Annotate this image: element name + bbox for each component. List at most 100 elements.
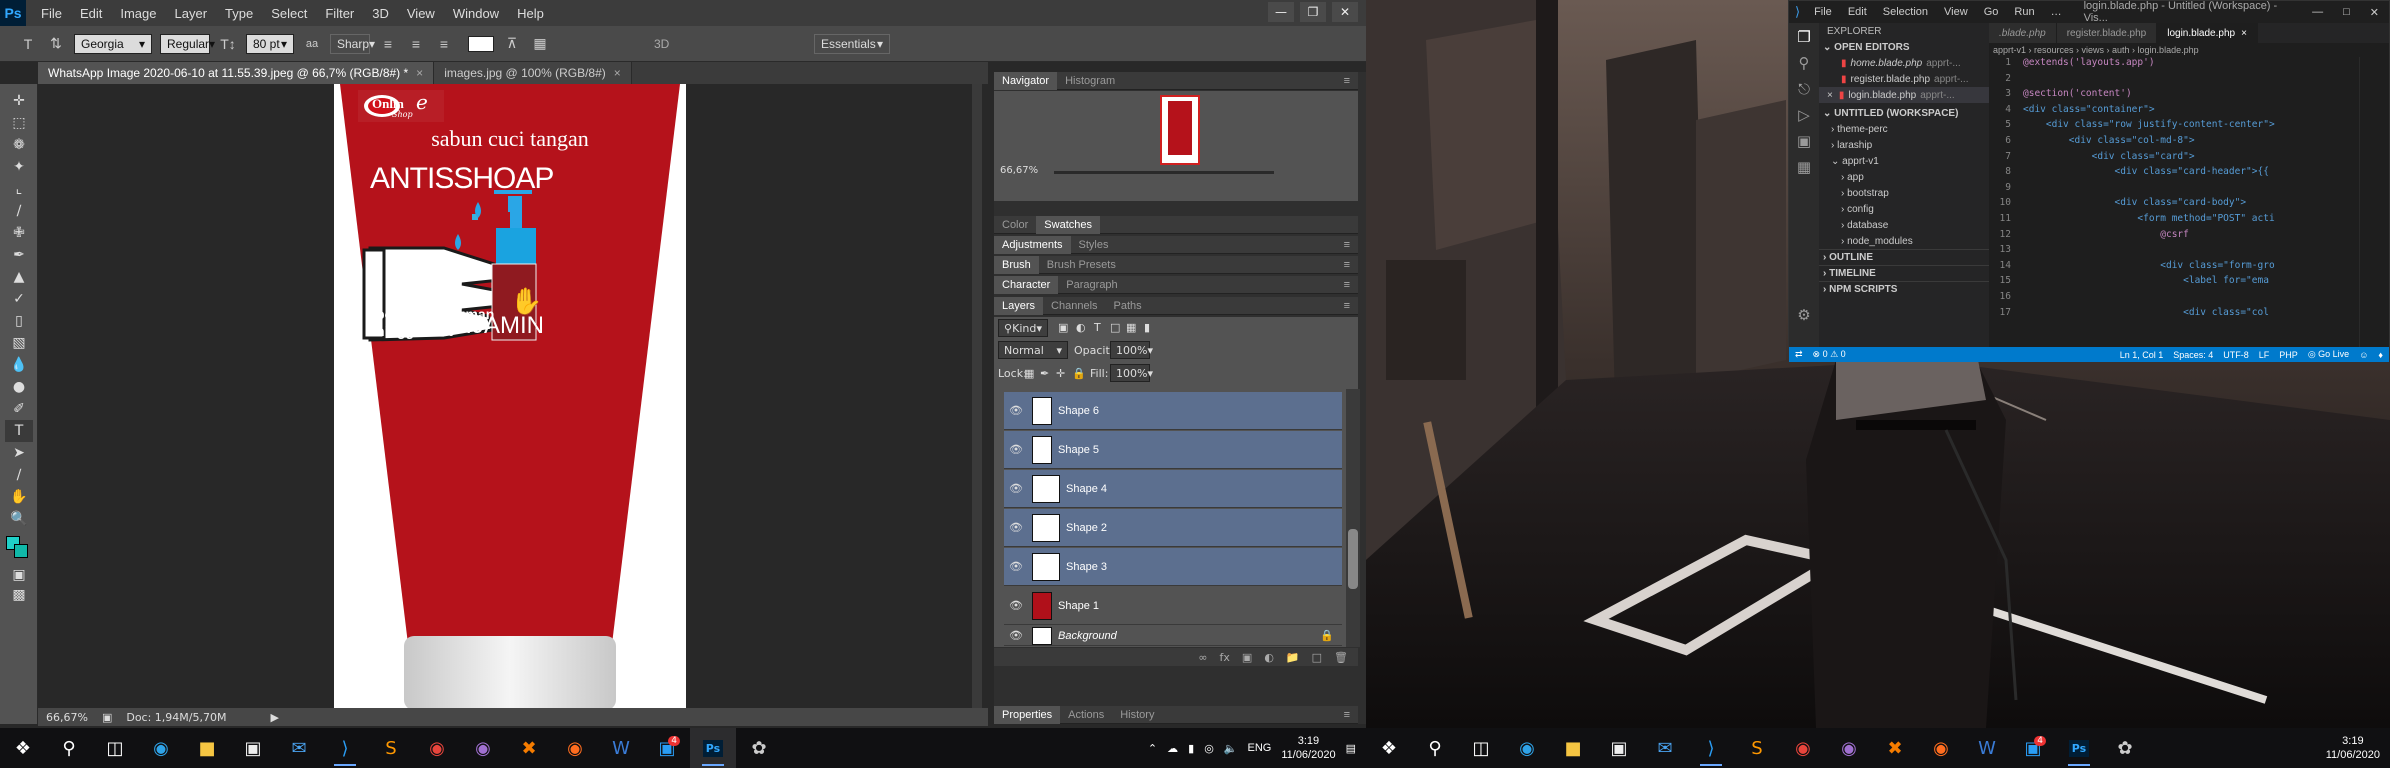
tree-folder[interactable]: › database <box>1819 217 1989 233</box>
workspace-header[interactable]: ⌄ UNTITLED (WORKSPACE) <box>1819 105 1989 121</box>
edge-icon[interactable]: ◉ <box>1504 728 1550 768</box>
code-line[interactable]: 3 @section('content') <box>1989 88 2379 104</box>
tree-folder[interactable]: › bootstrap <box>1819 185 1989 201</box>
menu-view[interactable]: View <box>1936 6 1976 18</box>
blend-mode-select[interactable]: Normal ▾ <box>998 341 1068 359</box>
tab-brush-presets[interactable]: Brush Presets <box>1039 256 1124 274</box>
layer-row[interactable]: 👁 Shape 3 <box>1004 548 1342 586</box>
clock[interactable]: 3:19 11/06/2020 <box>1281 734 1335 762</box>
open-editors-header[interactable]: ⌄ OPEN EDITORS <box>1819 39 1989 55</box>
clone-stamp-icon[interactable]: ▲ <box>5 266 33 288</box>
visibility-eye-icon[interactable]: 👁 <box>1004 599 1028 612</box>
zoom-tool-icon[interactable]: 🔍 <box>5 508 33 530</box>
link-layers-icon[interactable]: ∞ <box>1198 651 1207 664</box>
go-live-button[interactable]: ◎ Go Live <box>2308 349 2349 360</box>
move-tool-icon[interactable]: ✛ <box>5 90 33 112</box>
tab-styles[interactable]: Styles <box>1071 236 1117 254</box>
menu-view[interactable]: View <box>398 6 444 21</box>
tab-color[interactable]: Color <box>994 216 1036 234</box>
explorer-icon[interactable]: ❐ <box>1794 27 1814 47</box>
blur-tool-icon[interactable]: 💧 <box>5 354 33 376</box>
artwork[interactable]: ✋ Onlin e Shop sabun cuci tangan ANTISSH… <box>334 84 686 710</box>
whatsapp-icon[interactable]: ▣ 4 <box>644 728 690 768</box>
vscode-icon[interactable]: ⟩ <box>322 728 368 768</box>
menu-select[interactable]: Select <box>262 6 316 21</box>
tree-folder[interactable]: › app <box>1819 169 1989 185</box>
firefox-icon[interactable]: ◉ <box>552 728 598 768</box>
volume-icon[interactable]: 🔈 <box>1224 742 1238 755</box>
code-line[interactable]: 7 <div class="card"> <box>1989 151 2379 167</box>
screen-mode-icon[interactable]: ▩ <box>5 584 33 606</box>
photoshop-taskbar-icon[interactable]: Ps <box>690 728 736 768</box>
text-color-swatch[interactable] <box>468 35 494 52</box>
code-editor[interactable]: .blade.php register.blade.php login.blad… <box>1989 23 2389 347</box>
tab-login-blade[interactable]: login.blade.php × <box>2157 23 2258 43</box>
align-right-icon[interactable]: ≡ <box>434 36 454 52</box>
add-mask-icon[interactable]: ▣ <box>1242 651 1252 664</box>
panel-menu-icon[interactable]: ≡ <box>1336 706 1358 724</box>
file-explorer-icon[interactable]: ■ <box>1550 728 1596 768</box>
lock-pixels-icon[interactable]: ✒ <box>1040 367 1049 380</box>
menu-more[interactable]: … <box>2043 6 2070 18</box>
antialias-select[interactable]: Sharp ▾ <box>330 33 375 54</box>
warp-text-icon[interactable]: ⊼ <box>502 35 522 52</box>
tab-layers[interactable]: Layers <box>994 296 1044 315</box>
tab-history[interactable]: History <box>1112 706 1162 724</box>
minimap[interactable] <box>2359 57 2389 347</box>
lock-transparent-icon[interactable]: ▦ <box>1024 367 1034 380</box>
github-icon[interactable]: ◉ <box>1826 728 1872 768</box>
xampp-icon[interactable]: ✖ <box>1872 728 1918 768</box>
tab-channels[interactable]: Channels <box>1043 297 1105 315</box>
fx-icon[interactable]: fx <box>1220 651 1230 664</box>
indentation[interactable]: Spaces: 4 <box>2173 350 2213 360</box>
code-line[interactable]: 17 <div class="col <box>1989 307 2379 323</box>
panel-menu-icon[interactable]: ≡ <box>1336 297 1358 315</box>
crop-tool-icon[interactable]: ⌞ <box>5 178 33 200</box>
windows-start-icon[interactable]: ❖ <box>1366 728 1412 768</box>
panel-menu-icon[interactable]: ≡ <box>1336 256 1358 274</box>
font-style-select[interactable]: Regular ▾ <box>160 33 215 54</box>
sublime-icon[interactable]: S <box>1734 728 1780 768</box>
language-mode[interactable]: PHP <box>2279 350 2298 360</box>
feedback-icon[interactable]: ☺ <box>2359 350 2368 360</box>
run-debug-icon[interactable]: ▷ <box>1794 105 1814 125</box>
menu-edit[interactable]: Edit <box>1840 6 1875 18</box>
menu-filter[interactable]: Filter <box>316 6 363 21</box>
tab-paragraph[interactable]: Paragraph <box>1058 276 1125 294</box>
tab-whatsapp-image[interactable]: WhatsApp Image 2020-06-10 at 11.55.39.jp… <box>38 62 435 84</box>
menu-help[interactable]: Help <box>508 6 553 21</box>
navigator-zoom-slider[interactable] <box>1054 171 1274 174</box>
tree-folder[interactable]: ⌄ apprt-v1 <box>1819 153 1989 169</box>
filter-adjustment-icon[interactable]: ◐ <box>1076 321 1086 334</box>
mail-icon[interactable]: ✉ <box>276 728 322 768</box>
layer-row[interactable]: 👁 Shape 1 <box>1004 587 1342 625</box>
hand-tool-icon[interactable]: ✋ <box>5 486 33 508</box>
layers-scrollbar[interactable] <box>1346 389 1360 647</box>
code-line[interactable]: 10 <div class="card-body"> <box>1989 197 2379 213</box>
problems-count[interactable]: ⊗ 0 ⚠ 0 <box>1813 349 1846 360</box>
maximize-icon[interactable]: □ <box>2333 6 2360 18</box>
tree-folder[interactable]: › laraship <box>1819 137 1989 153</box>
word-icon[interactable]: W <box>598 728 644 768</box>
cloud-icon[interactable]: ☁ <box>1167 742 1178 755</box>
settings-app-icon[interactable]: ✿ <box>736 728 782 768</box>
close-icon[interactable]: × <box>1827 90 1833 101</box>
menu-go[interactable]: Go <box>1976 6 2007 18</box>
type-tool-icon[interactable]: T <box>5 420 33 442</box>
filter-pixel-icon[interactable]: ▣ <box>1058 321 1068 334</box>
sublime-icon[interactable]: S <box>368 728 414 768</box>
close-icon[interactable]: × <box>2241 28 2247 39</box>
cursor-position[interactable]: Ln 1, Col 1 <box>2120 350 2164 360</box>
panel-menu-icon[interactable]: ≡ <box>1336 72 1358 90</box>
close-tab-icon[interactable]: × <box>614 66 621 80</box>
pen-tool-icon[interactable]: ✐ <box>5 398 33 420</box>
open-editor-item[interactable]: ▮ home.blade.php apprt-... <box>1819 55 1989 71</box>
code-line[interactable]: 13 <box>1989 244 2379 260</box>
filter-type-icon[interactable]: T <box>1094 321 1101 334</box>
code-line[interactable]: 12 @csrf <box>1989 229 2379 245</box>
line-tool-icon[interactable]: ∕ <box>5 464 33 486</box>
search-icon[interactable]: ⚲ <box>1412 728 1458 768</box>
menu-image[interactable]: Image <box>111 6 165 21</box>
close-icon[interactable]: ✕ <box>1332 2 1358 22</box>
lock-all-icon[interactable]: 🔒 <box>1072 367 1086 380</box>
